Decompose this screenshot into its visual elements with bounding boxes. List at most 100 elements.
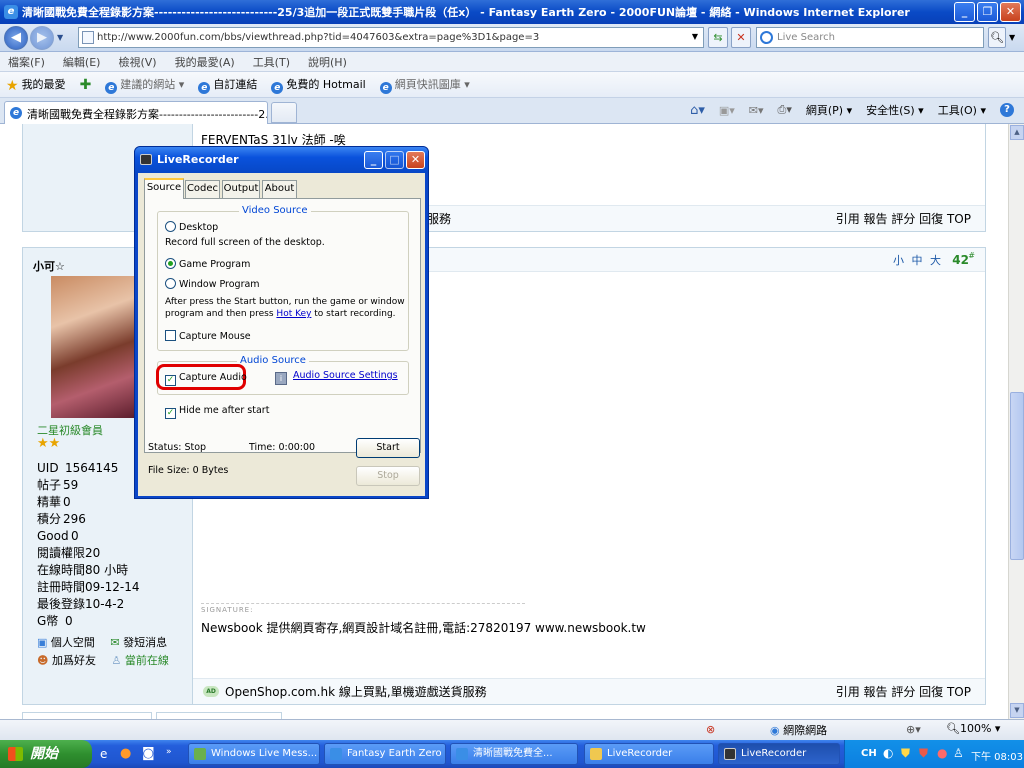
capture-mouse-checkbox[interactable]: Capture Mouse [165, 330, 251, 342]
quicklaunch-ie-icon[interactable]: e [100, 747, 107, 761]
capture-audio-checkbox[interactable]: ✓ Capture Audio [165, 372, 247, 386]
task-liverecorder[interactable]: LiveRecorder [718, 743, 840, 765]
address-dropdown-icon[interactable]: ▼ [686, 27, 704, 48]
menu-help[interactable]: 說明(H) [308, 54, 347, 70]
post-actions[interactable]: 引用 報告 評分 回復 TOP [836, 679, 971, 705]
window-title-bar[interactable]: e 清晰國戰免費全程錄影方案--------------------------… [0, 0, 1024, 24]
post-number: 42 [952, 253, 969, 267]
tray-network-icon[interactable]: ◐ [883, 746, 893, 760]
window-program-radio[interactable]: Window Program [165, 278, 260, 290]
scroll-thumb[interactable] [1010, 392, 1024, 560]
avatar[interactable] [51, 276, 135, 418]
zoom-level[interactable]: 🔍︎100% ▾ [946, 722, 1000, 735]
restore-button[interactable]: ❐ [977, 2, 998, 22]
menu-file[interactable]: 檔案(F) [8, 54, 45, 70]
search-go-icon[interactable]: 🔍︎ [988, 27, 1006, 48]
mail-icon[interactable]: ✉▾ [749, 104, 764, 117]
audio-settings-link[interactable]: i Audio Source Settings [275, 370, 398, 385]
new-tab-button[interactable] [271, 102, 297, 123]
menu-bar: 檔案(F) 編輯(E) 檢視(V) 我的最愛(A) 工具(T) 說明(H) [0, 52, 1024, 72]
quicklaunch-firefox-icon[interactable]: ● [120, 746, 131, 761]
radio-indicator [165, 221, 176, 232]
menu-edit[interactable]: 編輯(E) [63, 54, 101, 70]
recorder-icon [724, 748, 736, 760]
task-fantasy-earth-zero[interactable]: Fantasy Earth Zero -... [324, 743, 446, 765]
status-text: Status: Stop [148, 442, 207, 453]
task-forum-page[interactable]: 清晰國戰免費全... [450, 743, 578, 765]
quicklaunch-more-icon[interactable]: » [166, 747, 172, 757]
help-icon[interactable]: ? [1000, 103, 1014, 117]
suggested-sites-link[interactable]: e 建議的網站 ▾ [105, 76, 184, 94]
favorites-button[interactable]: ★ 我的最愛 [6, 76, 66, 94]
hotmail-link[interactable]: e 免費的 Hotmail [271, 76, 366, 94]
start-button[interactable]: 開始 [0, 740, 92, 768]
folder-icon [590, 748, 602, 760]
menu-tools[interactable]: 工具(T) [253, 54, 290, 70]
tab-output[interactable]: Output [222, 180, 260, 198]
scroll-down-icon[interactable]: ▼ [1010, 703, 1024, 718]
hot-key-link[interactable]: Hot Key [276, 309, 311, 319]
back-button[interactable]: ◀ [4, 26, 28, 50]
add-favorite-button[interactable]: ✚ [80, 77, 92, 93]
close-button[interactable]: ✕ [1000, 2, 1021, 22]
scroll-up-icon[interactable]: ▲ [1010, 125, 1024, 140]
add-friend-icon: ☻ [37, 654, 49, 667]
vertical-scrollbar[interactable]: ▲ ▼ [1008, 124, 1024, 719]
start-button[interactable]: Start [356, 438, 420, 458]
custom-links-link[interactable]: e 自訂連結 [198, 76, 257, 94]
tray-security-icon[interactable]: ⛊ [919, 746, 928, 761]
dialog-minimize-button[interactable]: _ [364, 151, 383, 169]
minimize-button[interactable]: _ [954, 2, 975, 22]
tab-about[interactable]: About [262, 180, 297, 198]
font-size-links[interactable]: 小 中 大 [893, 252, 943, 268]
stop-icon[interactable]: ✕ [731, 27, 751, 48]
tray-alert-icon[interactable]: ● [937, 746, 947, 760]
internet-zone[interactable]: ◉ 網際網路 [770, 722, 827, 738]
dialog-maximize-button[interactable]: □ [385, 151, 404, 169]
task-liverecorder-folder[interactable]: LiveRecorder [584, 743, 714, 765]
username[interactable]: 小可☆ [33, 258, 65, 274]
page-menu[interactable]: 網頁(P) ▾ [806, 102, 852, 118]
feeds-icon[interactable]: ▣▾ [719, 104, 735, 117]
history-dropdown-icon[interactable]: ▼ [57, 33, 63, 42]
address-input[interactable]: http://www.2000fun.com/bbs/viewthread.ph… [78, 27, 704, 48]
print-icon[interactable]: ⎙▾ [778, 103, 792, 117]
menu-view[interactable]: 檢視(V) [118, 54, 156, 70]
tray-shield-icon[interactable]: ⛊ [901, 746, 910, 761]
tab-codec[interactable]: Codec [185, 180, 220, 198]
forward-button[interactable]: ▶ [30, 26, 54, 50]
tab-current[interactable]: e 清晰國戰免費全程錄影方案-------------------------2… [4, 101, 268, 124]
post-actions[interactable]: 引用 報告 評分 回復 TOP [836, 206, 971, 232]
hide-me-checkbox[interactable]: ✓ Hide me after start [165, 405, 269, 419]
send-message-link[interactable]: ✉ 發短消息 [110, 636, 167, 649]
dialog-close-button[interactable]: ✕ [406, 151, 425, 169]
desktop-radio[interactable]: Desktop [165, 221, 218, 233]
game-program-radio[interactable]: Game Program [165, 258, 250, 270]
tools-menu[interactable]: 工具(O) ▾ [938, 102, 986, 118]
audio-source-label: Audio Source [237, 355, 309, 366]
menu-favorites[interactable]: 我的最愛(A) [175, 54, 235, 70]
quicklaunch-app-icon[interactable]: ◙ [142, 746, 155, 761]
task-windows-live-messenger[interactable]: Windows Live Mess... [188, 743, 320, 765]
clock[interactable]: 下午 08:03 [971, 748, 1023, 763]
tab-source[interactable]: Source [144, 178, 184, 199]
protected-mode-icon[interactable]: ⊕▾ [906, 723, 921, 736]
search-input[interactable]: Live Search [756, 27, 984, 48]
tray-user-icon[interactable]: ♙ [953, 746, 964, 760]
popup-blocked-icon[interactable]: ⊗ [706, 723, 715, 736]
safety-menu[interactable]: 安全性(S) ▾ [866, 102, 924, 118]
web-slice-link[interactable]: e 網頁快訊圖庫 ▾ [379, 76, 470, 94]
signature-label: SIGNATURE: [201, 603, 525, 614]
home-icon[interactable]: ⌂▾ [690, 103, 705, 118]
personal-space-link[interactable]: ▣ 個人空間 [37, 636, 95, 649]
checkbox-indicator: ✓ [165, 375, 176, 386]
ad-text[interactable]: OpenShop.com.hk 線上買點,單機遊戲送貨服務 [225, 679, 487, 705]
search-options-icon[interactable]: ▼ [1009, 33, 1015, 42]
input-language[interactable]: CH [861, 748, 877, 759]
online-status: ♙ 當前在線 [111, 654, 169, 667]
dialog-title-bar[interactable]: LiveRecorder _ □ ✕ [135, 147, 428, 173]
refresh-icon[interactable]: ⇆ [708, 27, 728, 48]
stop-button[interactable]: Stop [356, 466, 420, 486]
recorder-icon [140, 154, 152, 165]
add-friend-link[interactable]: ☻ 加爲好友 [37, 654, 96, 667]
